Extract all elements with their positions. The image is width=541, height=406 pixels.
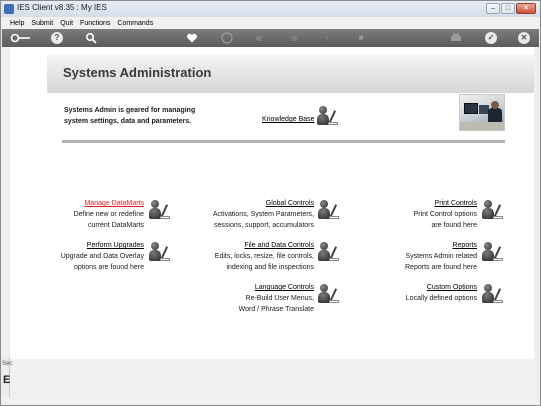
intro-line-1: Systems Admin is geared for managing [64,107,196,114]
side-panel-label: Sec [2,361,13,367]
global-controls-group: Global Controls Activations, System Para… [164,199,314,231]
window-title: IES Client v8.35 : My IES [17,3,107,12]
language-controls-link[interactable]: Language Controls [164,283,314,293]
office-photo [459,94,505,131]
print-controls-desc-1: Print Control options [413,211,477,218]
print-controls-link[interactable]: Print Controls [357,199,477,209]
global-controls-desc-1: Activations, System Parameters, [212,211,314,218]
reports-desc-1: Systems Admin related [405,253,477,260]
close-icon[interactable]: ✕ [518,32,530,44]
menu-quit[interactable]: Quit [57,17,77,29]
info-icon[interactable] [221,32,233,44]
custom-options-desc-1: Locally defined options [405,295,477,302]
file-data-controls-person-icon[interactable] [318,241,340,263]
print-controls-desc-2: are found here [431,222,477,229]
language-controls-group: Language Controls Re-Build User Menus, W… [164,283,314,315]
menu-bar: Help Submit Quit Functions Commands [1,17,540,29]
language-controls-desc-1: Re-Build User Menus, [245,295,314,302]
search-icon[interactable] [85,32,97,44]
global-controls-desc-2: sessions, support, accumulators [214,222,314,229]
title-bar: IES Client v8.35 : My IES – □ ✕ [1,1,540,17]
reports-link[interactable]: Reports [357,241,477,251]
perform-upgrades-group: Perform Upgrades Upgrade and Data Overla… [4,241,144,273]
knowledge-base-link[interactable]: Knowledge Base [262,116,315,123]
perform-upgrades-desc-2: options are found here [73,264,144,271]
print-controls-person-icon[interactable] [482,199,504,221]
print-icon[interactable] [450,32,462,44]
close-window-button[interactable]: ✕ [516,3,536,14]
maximize-button[interactable]: □ [501,3,515,14]
rewind-icon[interactable]: « [253,32,265,44]
custom-options-group: Custom Options Locally defined options [357,283,477,304]
knowledge-base-person-icon[interactable] [317,105,339,127]
reports-desc-2: Reports are found here [405,264,477,271]
reports-group: Reports Systems Admin related Reports ar… [357,241,477,273]
forward-icon[interactable]: » [288,32,300,44]
manage-datamarts-group: Manage DataMarts Define new or redefine … [4,199,144,231]
intro-line-2: system settings, data and parameters. [64,118,192,125]
menu-submit[interactable]: Submit [28,17,57,29]
language-controls-person-icon[interactable] [318,283,340,305]
intro-text: Systems Admin is geared for managing sys… [64,105,264,127]
manage-datamarts-desc-1: Define new or redefine [73,211,144,218]
menu-commands[interactable]: Commands [114,17,157,29]
stop-icon[interactable]: ■ [355,32,367,44]
file-data-controls-link[interactable]: File and Data Controls [164,241,314,251]
manage-datamarts-link[interactable]: Manage DataMarts [4,199,144,209]
menu-help[interactable]: Help [7,17,28,29]
help-icon[interactable]: ? [51,32,63,44]
side-panel-letter: E [3,374,11,386]
perform-upgrades-desc-1: Upgrade and Data Overlay [60,253,144,260]
heart-icon[interactable] [186,32,198,44]
key-icon[interactable] [10,32,32,44]
custom-options-person-icon[interactable] [482,283,504,305]
app-window: IES Client v8.35 : My IES – □ ✕ Help Sub… [0,0,541,406]
toolbar: ? « » ↑ ■ ✓ ✕ [2,29,539,47]
upload-icon[interactable]: ↑ [321,32,333,44]
app-icon [4,4,14,14]
side-panel-edge: Sec E [1,357,13,397]
global-controls-link[interactable]: Global Controls [164,199,314,209]
minimize-button[interactable]: – [486,3,500,14]
custom-options-link[interactable]: Custom Options [357,283,477,293]
header-band: Systems Administration [47,55,534,93]
global-controls-person-icon[interactable] [318,199,340,221]
page-title: Systems Administration [63,65,212,80]
reports-person-icon[interactable] [482,241,504,263]
menu-functions[interactable]: Functions [77,17,114,29]
perform-upgrades-link[interactable]: Perform Upgrades [4,241,144,251]
divider [62,140,505,143]
main-content: Systems Administration Systems Admin is … [10,47,534,359]
file-data-controls-desc-2: indexing and file inspections [226,264,314,271]
language-controls-desc-2: Word / Phrase Translate [238,306,314,313]
check-icon[interactable]: ✓ [485,32,497,44]
file-data-controls-group: File and Data Controls Edits, locks, res… [164,241,314,273]
file-data-controls-desc-1: Edits, locks, resize, file controls, [214,253,314,260]
manage-datamarts-desc-2: current DataMarts [87,222,144,229]
print-controls-group: Print Controls Print Control options are… [357,199,477,231]
